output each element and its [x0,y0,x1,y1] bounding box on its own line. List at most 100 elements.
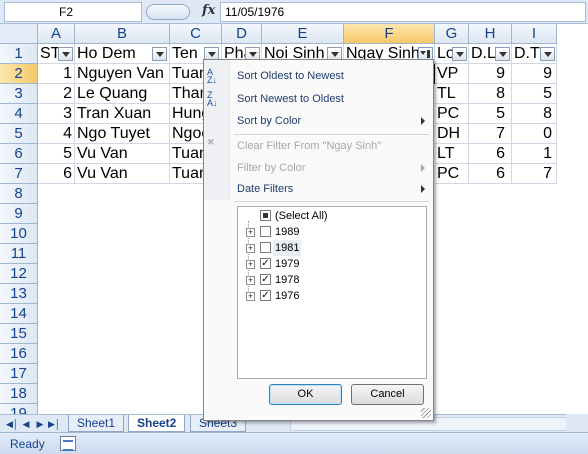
cell-dl[interactable]: 6 [469,144,512,164]
menu-item-sort-by-color[interactable]: Sort by Color [204,110,433,132]
checkbox-checked-icon[interactable]: ✓ [260,290,271,301]
menu-item-sort-newest[interactable]: Z A↓ Sort Newest to Oldest [204,88,433,110]
cell-stt[interactable]: 2 [38,84,75,104]
column-header-d[interactable]: D [222,24,262,44]
column-header-g[interactable]: G [435,24,469,44]
last-sheet-nav-icon[interactable]: ▶│ [48,418,61,430]
cell-dl[interactable]: 8 [469,84,512,104]
cell-ho-dem[interactable]: Nguyen Van [75,64,170,84]
checkbox-checked-icon[interactable]: ✓ [260,274,271,285]
cell-lop[interactable]: PC [435,164,469,184]
row-header-4[interactable]: 4 [0,104,38,124]
row-header-1[interactable]: 1 [0,44,38,64]
cell-dl[interactable]: 5 [469,104,512,124]
cell-ho-dem[interactable]: Vu Van [75,164,170,184]
filter-dropdown-dl[interactable] [495,47,510,61]
column-header-f[interactable]: F [344,24,435,44]
column-header-a[interactable]: A [38,24,75,44]
cell-dt[interactable]: 5 [512,84,557,104]
list-item-label: 1978 [275,274,300,286]
cell-dt[interactable]: 1 [512,144,557,164]
cell-ho-dem[interactable]: Ngo Tuyet [75,124,170,144]
next-sheet-nav-icon[interactable]: ▶ [34,418,46,430]
insert-function-button[interactable]: fx [202,3,215,18]
cell-dt[interactable]: 7 [512,164,557,184]
column-header-c[interactable]: C [170,24,222,44]
filter-dropdown-ho-dem[interactable] [152,47,167,61]
list-item-label: 1981 [273,240,302,256]
row-header-14[interactable]: 14 [0,304,38,324]
cell-lop[interactable]: LT [435,144,469,164]
row-header-5[interactable]: 5 [0,124,38,144]
row-header-6[interactable]: 6 [0,144,38,164]
tab-sheet1[interactable]: Sheet1 [68,415,125,432]
cell-dt[interactable]: 0 [512,124,557,144]
cell-stt[interactable]: 5 [38,144,75,164]
checkbox-partial[interactable] [260,210,271,221]
menu-item-date-filters[interactable]: Date Filters [204,178,433,200]
row-header-12[interactable]: 12 [0,264,38,284]
scroll-corner [566,414,588,432]
filter-dropdown-lop[interactable] [452,47,467,61]
row-header-18[interactable]: 18 [0,384,38,404]
filter-dropdown-dt[interactable] [540,47,555,61]
row-header-2[interactable]: 2 [0,64,38,84]
row-header-10[interactable]: 10 [0,224,38,244]
checkbox-unchecked[interactable] [260,242,271,253]
cell-lop[interactable]: PC [435,104,469,124]
cell-dl[interactable]: 6 [469,164,512,184]
cell-lop[interactable]: TL [435,84,469,104]
row-header-11[interactable]: 11 [0,244,38,264]
tab-sheet2[interactable]: Sheet2 [128,415,186,432]
cell-stt[interactable]: 3 [38,104,75,124]
expand-icon[interactable]: + [246,244,255,253]
checkbox-unchecked[interactable] [260,226,271,237]
prev-sheet-nav-icon[interactable]: ◀ [20,418,32,430]
formula-input[interactable]: 11/05/1976 [220,2,586,22]
row-header-13[interactable]: 13 [0,284,38,304]
sort-ascending-icon: A Z↓ [207,67,217,85]
cell-stt[interactable]: 4 [38,124,75,144]
expand-icon[interactable]: + [246,260,255,269]
cell-dl[interactable]: 9 [469,64,512,84]
first-sheet-nav-icon[interactable]: ◀│ [6,418,19,430]
macro-record-icon[interactable] [60,436,76,451]
menu-item-sort-oldest[interactable]: A Z↓ Sort Oldest to Newest [204,65,433,87]
select-all-corner[interactable] [0,24,38,44]
cell-lop[interactable]: VP [435,64,469,84]
submenu-arrow-icon [421,117,425,125]
resize-grip-icon[interactable] [421,408,431,418]
formula-controls-oval[interactable] [146,4,190,20]
cancel-button[interactable]: Cancel [351,384,424,405]
filter-values-list[interactable]: (Select All) + 1989 + 1981 + ✓ 1979 + ✓ … [237,206,427,379]
cell-dl[interactable]: 7 [469,124,512,144]
ok-button[interactable]: OK [269,384,342,405]
row-header-16[interactable]: 16 [0,344,38,364]
cell-stt[interactable]: 6 [38,164,75,184]
column-header-h[interactable]: H [469,24,512,44]
cell-stt[interactable]: 1 [38,64,75,84]
expand-icon[interactable]: + [246,276,255,285]
row-header-7[interactable]: 7 [0,164,38,184]
row-header-15[interactable]: 15 [0,324,38,344]
cell-dt[interactable]: 9 [512,64,557,84]
row-header-17[interactable]: 17 [0,364,38,384]
name-box[interactable]: F2 [4,2,142,22]
filter-dropdown-stt[interactable] [58,47,73,61]
expand-icon[interactable]: + [246,228,255,237]
column-header-e[interactable]: E [262,24,344,44]
expand-icon[interactable]: + [246,292,255,301]
cell-ho-dem[interactable]: Tran Xuan [75,104,170,124]
cell-lop[interactable]: DH [435,124,469,144]
row-header-9[interactable]: 9 [0,204,38,224]
menu-item-label: Date Filters [237,183,294,195]
menu-item-filter-by-color: Filter by Color [204,157,433,179]
row-header-8[interactable]: 8 [0,184,38,204]
cell-ho-dem[interactable]: Le Quang [75,84,170,104]
cell-ho-dem[interactable]: Vu Van [75,144,170,164]
column-header-i[interactable]: I [512,24,557,44]
cell-dt[interactable]: 8 [512,104,557,124]
column-header-b[interactable]: B [75,24,170,44]
checkbox-checked-icon[interactable]: ✓ [260,258,271,269]
row-header-3[interactable]: 3 [0,84,38,104]
